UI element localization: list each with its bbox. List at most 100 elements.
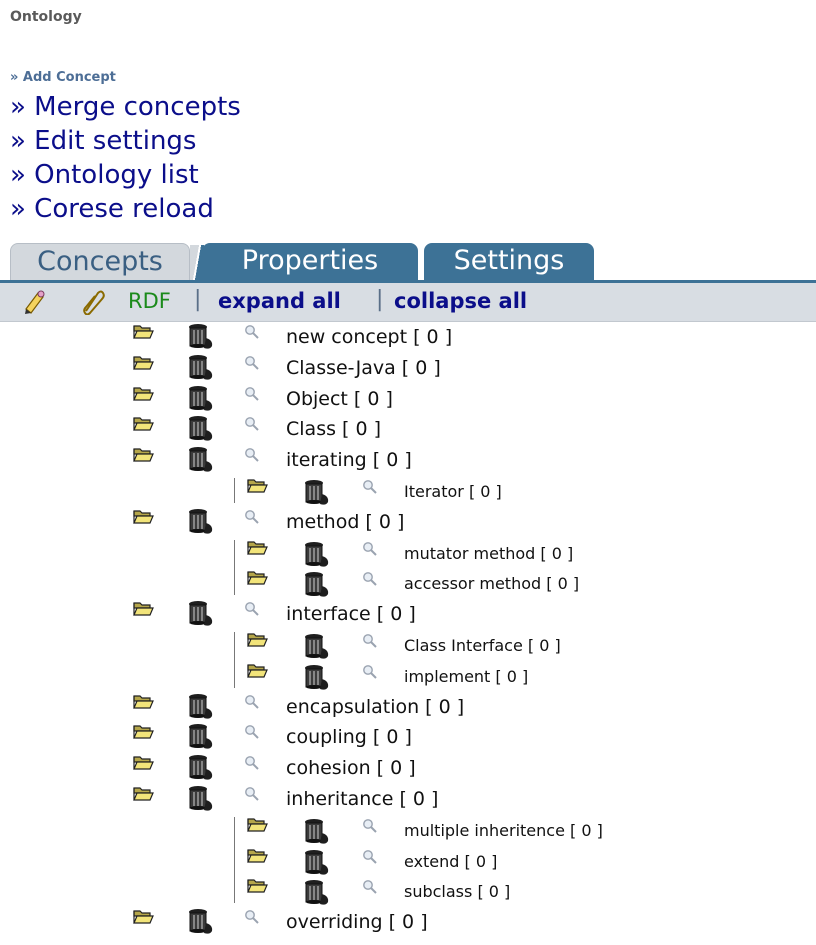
trash-can-icon[interactable] [186, 722, 214, 750]
tree-item-label[interactable]: Classe-Java [ 0 ] [286, 357, 441, 379]
trash-can-icon[interactable] [186, 414, 214, 442]
tree-item[interactable]: mutator method [ 0 ] [0, 538, 816, 569]
tree-item-label[interactable]: Iterator [ 0 ] [404, 482, 502, 501]
tree-item-label[interactable]: subclass [ 0 ] [404, 882, 510, 901]
trash-can-icon[interactable] [186, 784, 214, 812]
trash-can-icon[interactable] [302, 540, 330, 568]
magnifier-icon[interactable] [244, 755, 260, 771]
open-folder-icon[interactable] [132, 414, 154, 432]
tree-item[interactable]: interface [ 0 ] [0, 599, 816, 630]
open-folder-icon[interactable] [246, 846, 268, 864]
tab-properties[interactable]: Properties [202, 243, 418, 280]
tree-item[interactable]: Class [ 0 ] [0, 414, 816, 445]
trash-can-icon[interactable] [186, 445, 214, 473]
magnifier-icon[interactable] [244, 786, 260, 802]
trash-can-icon[interactable] [186, 353, 214, 381]
tree-item-label[interactable]: cohesion [ 0 ] [286, 757, 416, 779]
tree-item-label[interactable]: extend [ 0 ] [404, 852, 497, 871]
corese-reload-link[interactable]: » Corese reload [10, 194, 214, 224]
magnifier-icon[interactable] [362, 571, 378, 587]
tree-item-label[interactable]: Class Interface [ 0 ] [404, 636, 561, 655]
tree-item-label[interactable]: coupling [ 0 ] [286, 726, 412, 748]
open-folder-icon[interactable] [246, 876, 268, 894]
magnifier-icon[interactable] [244, 386, 260, 402]
magnifier-icon[interactable] [244, 416, 260, 432]
ontology-list-link[interactable]: » Ontology list [10, 160, 199, 190]
trash-can-icon[interactable] [186, 322, 214, 350]
magnifier-icon[interactable] [244, 724, 260, 740]
open-folder-icon[interactable] [132, 384, 154, 402]
tree-item-label[interactable]: interface [ 0 ] [286, 603, 416, 625]
tree-item[interactable]: iterating [ 0 ] [0, 445, 816, 476]
tree-item[interactable]: new concept [ 0 ] [0, 322, 816, 353]
tree-item[interactable]: coupling [ 0 ] [0, 722, 816, 753]
trash-can-icon[interactable] [186, 753, 214, 781]
tree-item-label[interactable]: inheritance [ 0 ] [286, 788, 438, 810]
tree-item[interactable]: inheritance [ 0 ] [0, 784, 816, 815]
magnifier-icon[interactable] [362, 479, 378, 495]
open-folder-icon[interactable] [246, 661, 268, 679]
tree-item[interactable]: Iterator [ 0 ] [0, 476, 816, 507]
open-folder-icon[interactable] [132, 599, 154, 617]
open-folder-icon[interactable] [246, 815, 268, 833]
trash-can-icon[interactable] [302, 817, 330, 845]
tree-item[interactable]: Class Interface [ 0 ] [0, 630, 816, 661]
tree-item-label[interactable]: mutator method [ 0 ] [404, 544, 573, 563]
tree-item[interactable]: encapsulation [ 0 ] [0, 692, 816, 723]
magnifier-icon[interactable] [362, 664, 378, 680]
open-folder-icon[interactable] [132, 907, 154, 925]
tree-item-label[interactable]: accessor method [ 0 ] [404, 574, 579, 593]
open-folder-icon[interactable] [246, 476, 268, 494]
trash-can-icon[interactable] [186, 507, 214, 535]
open-folder-icon[interactable] [132, 322, 154, 340]
open-folder-icon[interactable] [246, 538, 268, 556]
trash-can-icon[interactable] [186, 599, 214, 627]
trash-can-icon[interactable] [302, 878, 330, 906]
open-folder-icon[interactable] [132, 692, 154, 710]
trash-can-icon[interactable] [302, 570, 330, 598]
magnifier-icon[interactable] [244, 355, 260, 371]
rdf-link[interactable]: RDF [128, 289, 171, 313]
trash-can-icon[interactable] [186, 692, 214, 720]
magnifier-icon[interactable] [362, 541, 378, 557]
add-concept-link[interactable]: » Add Concept [10, 70, 116, 85]
magnifier-icon[interactable] [244, 601, 260, 617]
tab-settings[interactable]: Settings [424, 243, 594, 280]
magnifier-icon[interactable] [244, 694, 260, 710]
magnifier-icon[interactable] [362, 818, 378, 834]
open-folder-icon[interactable] [132, 784, 154, 802]
tab-concepts[interactable]: Concepts [10, 243, 190, 280]
tree-item[interactable]: Classe-Java [ 0 ] [0, 353, 816, 384]
trash-can-icon[interactable] [302, 848, 330, 876]
tree-item-label[interactable]: Class [ 0 ] [286, 418, 381, 440]
magnifier-icon[interactable] [244, 909, 260, 925]
tree-item-label[interactable]: new concept [ 0 ] [286, 326, 452, 348]
tree-item-label[interactable]: Object [ 0 ] [286, 388, 393, 410]
open-folder-icon[interactable] [246, 630, 268, 648]
edit-pencil-icon[interactable] [20, 287, 48, 315]
magnifier-icon[interactable] [244, 509, 260, 525]
tree-item[interactable]: extend [ 0 ] [0, 846, 816, 877]
tree-item[interactable]: Object [ 0 ] [0, 384, 816, 415]
tree-item-label[interactable]: implement [ 0 ] [404, 667, 528, 686]
magnifier-icon[interactable] [244, 324, 260, 340]
tree-item[interactable]: subclass [ 0 ] [0, 876, 816, 907]
open-folder-icon[interactable] [132, 722, 154, 740]
open-folder-icon[interactable] [132, 445, 154, 463]
trash-can-icon[interactable] [186, 384, 214, 412]
trash-can-icon[interactable] [186, 907, 214, 935]
open-folder-icon[interactable] [132, 753, 154, 771]
magnifier-icon[interactable] [362, 879, 378, 895]
edit-settings-link[interactable]: » Edit settings [10, 126, 196, 156]
open-folder-icon[interactable] [132, 353, 154, 371]
clip-icon[interactable] [78, 287, 106, 315]
tree-item[interactable]: overriding [ 0 ] [0, 907, 816, 938]
tree-item[interactable]: cohesion [ 0 ] [0, 753, 816, 784]
magnifier-icon[interactable] [362, 633, 378, 649]
tree-item-label[interactable]: multiple inheritence [ 0 ] [404, 821, 603, 840]
merge-concepts-link[interactable]: » Merge concepts [10, 92, 241, 122]
tree-item-label[interactable]: iterating [ 0 ] [286, 449, 412, 471]
collapse-all-link[interactable]: collapse all [394, 289, 527, 313]
tree-item-label[interactable]: method [ 0 ] [286, 511, 404, 533]
open-folder-icon[interactable] [132, 507, 154, 525]
